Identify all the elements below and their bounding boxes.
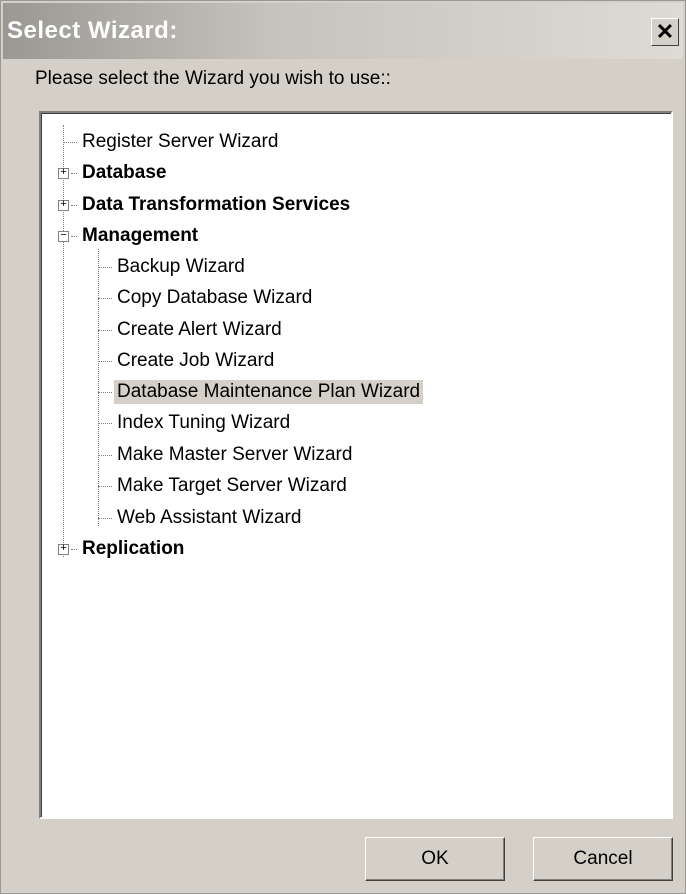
tree-item-label: Management — [82, 225, 199, 246]
tree-item-make-master-server-wizard[interactable]: Make Master Server Wizard — [98, 440, 355, 470]
tree-item-make-target-server-wizard[interactable]: Make Target Server Wizard — [98, 471, 350, 501]
tree-item-register-server[interactable]: Register Server Wizard — [63, 127, 281, 157]
tree-connector — [98, 454, 112, 456]
cancel-button[interactable]: Cancel — [533, 837, 673, 881]
tree-item-replication[interactable]: + Replication — [58, 534, 187, 564]
select-wizard-dialog: Select Wizard: ✕ Please select the Wizar… — [0, 0, 686, 894]
close-icon[interactable]: ✕ — [651, 18, 679, 46]
tree-connector — [63, 141, 77, 143]
tree-item-label: Database — [82, 162, 167, 183]
tree-item-data-transformation-services[interactable]: + Data Transformation Services — [58, 190, 353, 220]
tree-item-label: Data Transformation Services — [82, 194, 351, 215]
tree-connector — [71, 548, 77, 550]
tree-connector — [98, 360, 112, 362]
tree-connector — [71, 204, 77, 206]
tree-connector — [98, 485, 112, 487]
tree-connector — [98, 329, 112, 331]
expand-icon[interactable]: + — [58, 542, 69, 555]
expand-glyph: + — [60, 198, 67, 211]
tree-item-label: Index Tuning Wizard — [117, 412, 291, 433]
tree-item-index-tuning-wizard[interactable]: Index Tuning Wizard — [98, 408, 293, 438]
tree-item-label: Make Target Server Wizard — [117, 475, 347, 496]
collapse-icon[interactable]: − — [58, 229, 69, 242]
tree-connector — [98, 517, 112, 519]
expand-glyph: + — [60, 166, 67, 179]
tree-item-label-selected: Database Maintenance Plan Wizard — [114, 380, 424, 404]
wizard-tree[interactable]: Register Server Wizard + Database + Data… — [39, 111, 673, 819]
tree-connector — [71, 172, 77, 174]
tree-item-label: Make Master Server Wizard — [117, 444, 353, 465]
tree-item-create-job-wizard[interactable]: Create Job Wizard — [98, 346, 277, 376]
collapse-glyph: − — [60, 229, 67, 242]
tree-item-label: Create Job Wizard — [117, 350, 275, 371]
tree-item-web-assistant-wizard[interactable]: Web Assistant Wizard — [98, 503, 304, 533]
tree-item-label: Copy Database Wizard — [117, 287, 313, 308]
tree-item-label: Backup Wizard — [117, 256, 245, 277]
tree-item-label: Web Assistant Wizard — [117, 507, 302, 528]
tree-item-backup-wizard[interactable]: Backup Wizard — [98, 252, 248, 282]
tree-item-label: Replication — [82, 538, 185, 559]
expand-icon[interactable]: + — [58, 198, 69, 211]
tree-item-copy-database-wizard[interactable]: Copy Database Wizard — [98, 283, 315, 313]
window-title: Select Wizard: — [7, 17, 178, 44]
tree-item-database[interactable]: + Database — [58, 158, 170, 188]
ok-button[interactable]: OK — [365, 837, 505, 881]
tree-item-database-maintenance-plan-wizard[interactable]: Database Maintenance Plan Wizard — [98, 377, 424, 407]
title-bar[interactable]: Select Wizard: ✕ — [3, 3, 683, 59]
expand-glyph: + — [60, 542, 67, 555]
tree-connector — [98, 422, 112, 424]
tree-item-label: Register Server Wizard — [82, 131, 279, 152]
tree-connector — [98, 297, 112, 299]
tree-connector — [98, 266, 112, 268]
instruction-text: Please select the Wizard you wish to use… — [35, 68, 391, 89]
tree-connector — [71, 235, 77, 237]
tree-connector — [98, 391, 112, 393]
tree-item-create-alert-wizard[interactable]: Create Alert Wizard — [98, 315, 285, 345]
tree-item-management[interactable]: − Management — [58, 221, 201, 251]
tree-item-label: Create Alert Wizard — [117, 319, 282, 340]
expand-icon[interactable]: + — [58, 166, 69, 179]
